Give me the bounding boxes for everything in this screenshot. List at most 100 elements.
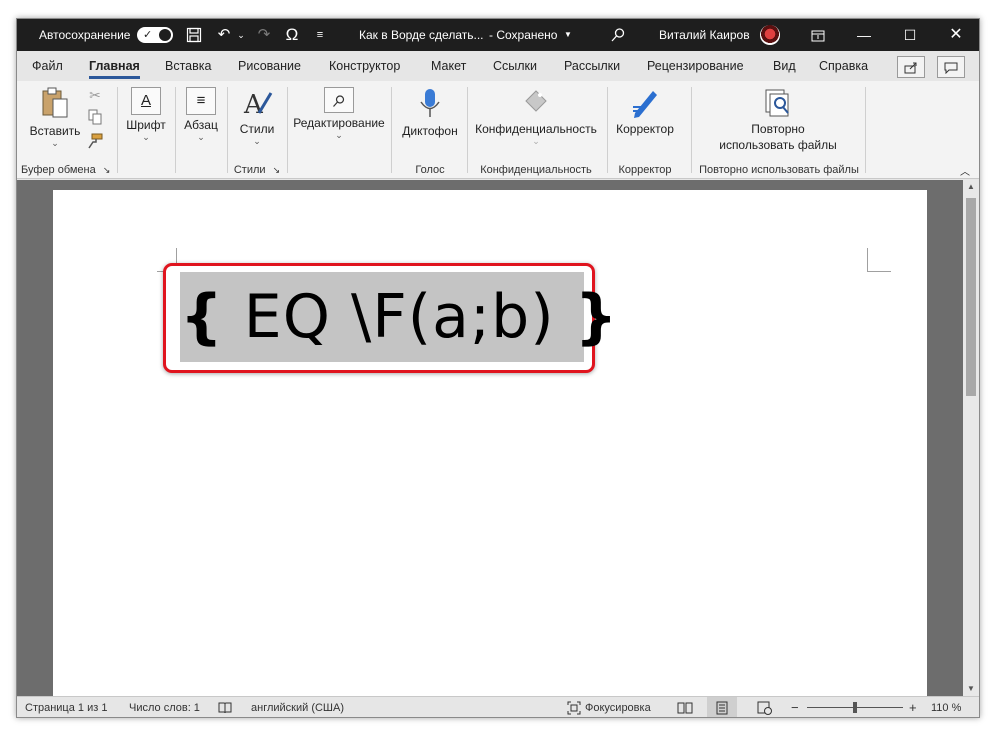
redo-icon[interactable]: ↷ (253, 19, 275, 51)
styles-launcher-icon[interactable]: ↘ (273, 165, 281, 175)
focus-mode[interactable]: Фокусировка (585, 697, 651, 717)
read-mode-icon[interactable] (677, 697, 693, 717)
editor-button[interactable]: Корректор (613, 87, 677, 136)
tab-layout[interactable]: Макет (431, 59, 466, 73)
share-icon[interactable] (897, 56, 925, 78)
margin-corner-right (867, 248, 891, 272)
tab-references[interactable]: Ссылки (493, 59, 537, 73)
status-bar: Страница 1 из 1 Число слов: 1 английский… (17, 696, 979, 717)
reuse-files-icon (765, 89, 789, 117)
save-status[interactable]: - Сохранено (489, 19, 557, 51)
paste-button[interactable]: Вставить ⌄ (27, 87, 83, 148)
microphone-icon (420, 89, 440, 117)
field-open-brace: { (180, 282, 224, 352)
sensitivity-button[interactable]: Конфиденциальность ⌄ (475, 87, 597, 146)
reuse-files-group: Повторно использовать файлы Повторно исп… (693, 81, 865, 179)
check-icon: ✓ (143, 29, 153, 41)
paragraph-icon: ≡ (186, 87, 216, 115)
save-icon[interactable] (183, 19, 205, 51)
svg-text:A: A (243, 90, 264, 119)
page-count[interactable]: Страница 1 из 1 (25, 697, 107, 717)
copy-icon[interactable] (87, 109, 103, 128)
sensitivity-dropdown-icon: ⌄ (532, 136, 540, 146)
clipboard-group: Вставить ⌄ ✂ Буфер обмена ↘ (17, 81, 117, 179)
editing-search-icon (324, 87, 354, 113)
sensitivity-icon (525, 90, 547, 112)
comments-icon[interactable] (937, 56, 965, 78)
tab-mailings[interactable]: Рассылки (564, 59, 620, 73)
avatar[interactable] (760, 25, 780, 45)
tab-view[interactable]: Вид (773, 59, 796, 73)
zoom-in-button[interactable]: + (909, 697, 917, 717)
paragraph-dropdown-icon: ⌄ (197, 132, 205, 142)
undo-dropdown-icon[interactable]: ⌄ (235, 19, 247, 51)
reuse-files-button[interactable]: Повторно использовать файлы (703, 87, 853, 152)
omega-icon[interactable]: Ω (281, 19, 303, 51)
close-icon[interactable]: ✕ (933, 19, 979, 51)
editing-dropdown-icon: ⌄ (335, 130, 343, 140)
autosave-label: Автосохранение (39, 28, 131, 42)
proofing-book-icon[interactable] (217, 697, 233, 717)
word-window: Автосохранение ✓ ↶ ⌄ ↷ Ω ≡ Как в Ворде с… (16, 18, 980, 718)
cut-icon[interactable]: ✂ (87, 87, 103, 104)
scroll-down-icon[interactable]: ▼ (963, 682, 979, 696)
sensitivity-group-label: Конфиденциальность (480, 164, 592, 176)
dictate-button[interactable]: Диктофон (399, 87, 461, 138)
tab-insert[interactable]: Вставка (165, 59, 211, 73)
zoom-slider-thumb[interactable] (853, 702, 857, 713)
title-bar: Автосохранение ✓ ↶ ⌄ ↷ Ω ≡ Как в Ворде с… (17, 19, 979, 51)
vertical-scrollbar[interactable]: ▲ ▼ (963, 180, 979, 696)
tab-draw[interactable]: Рисование (238, 59, 301, 73)
document-title[interactable]: Как в Ворде сделать... (359, 19, 483, 51)
font-dropdown-icon: ⌄ (142, 132, 150, 142)
focus-icon[interactable] (567, 697, 581, 717)
maximize-icon[interactable]: ☐ (887, 19, 933, 51)
word-count[interactable]: Число слов: 1 (129, 697, 200, 717)
field-code-selection[interactable]: { EQ \F(a;b) } (180, 272, 617, 362)
font-icon: A (131, 87, 161, 115)
save-status-dropdown-icon[interactable]: ▼ (563, 19, 573, 51)
voice-group-label: Голос (415, 164, 445, 176)
collapse-ribbon-icon[interactable]: ︿ (959, 163, 971, 178)
editor-group: Корректор Корректор (609, 81, 681, 179)
styles-dropdown-icon: ⌄ (253, 136, 261, 146)
ribbon: Вставить ⌄ ✂ Буфер обмена ↘ A Шрифт ⌄ ≡ … (17, 81, 979, 179)
paste-dropdown-icon[interactable]: ⌄ (27, 138, 83, 148)
language[interactable]: английский (США) (251, 697, 344, 717)
format-painter-icon[interactable] (87, 133, 103, 152)
tab-help[interactable]: Справка (819, 59, 868, 73)
customize-toolbar-icon[interactable]: ≡ (313, 19, 327, 51)
styles-icon: A (243, 90, 273, 119)
scroll-up-icon[interactable]: ▲ (963, 180, 979, 194)
ribbon-display-icon[interactable] (795, 19, 841, 51)
zoom-out-button[interactable]: − (791, 697, 799, 717)
autosave-toggle[interactable]: ✓ (137, 27, 173, 43)
web-layout-icon[interactable] (757, 697, 773, 717)
zoom-level[interactable]: 110 % (931, 697, 961, 717)
highlight-box: { EQ \F(a;b) } (163, 263, 617, 373)
reuse-files-group-label: Повторно использовать файлы (699, 164, 859, 176)
styles-group-label: Стили (233, 164, 266, 176)
editing-button[interactable]: Редактирование ⌄ (291, 87, 387, 140)
tab-review[interactable]: Рецензирование (647, 59, 744, 73)
user-name[interactable]: Виталий Каиров (659, 19, 750, 51)
undo-icon[interactable]: ↶ (213, 19, 235, 51)
paste-icon (42, 87, 68, 118)
minimize-icon[interactable]: — (841, 19, 887, 51)
search-icon[interactable] (607, 19, 629, 51)
print-layout-icon[interactable] (715, 697, 729, 717)
scroll-thumb[interactable] (966, 198, 976, 396)
document-page[interactable]: { EQ \F(a;b) } (53, 190, 927, 710)
styles-button[interactable]: A Стили ⌄ (235, 87, 279, 146)
tab-design[interactable]: Конструктор (329, 59, 400, 73)
paragraph-button[interactable]: ≡ Абзац ⌄ (179, 87, 223, 142)
ribbon-tabs: Файл Главная Вставка Рисование Конструкт… (17, 51, 979, 81)
field-code-text: EQ \F(a;b) (223, 282, 575, 352)
clipboard-launcher-icon[interactable]: ↘ (103, 165, 111, 175)
tab-home[interactable]: Главная (89, 59, 140, 79)
font-button[interactable]: A Шрифт ⌄ (121, 87, 171, 142)
voice-group: Диктофон Голос (393, 81, 467, 179)
editor-group-label: Корректор (618, 164, 672, 176)
tab-file[interactable]: Файл (32, 59, 63, 73)
field-close-brace: } (574, 282, 619, 352)
